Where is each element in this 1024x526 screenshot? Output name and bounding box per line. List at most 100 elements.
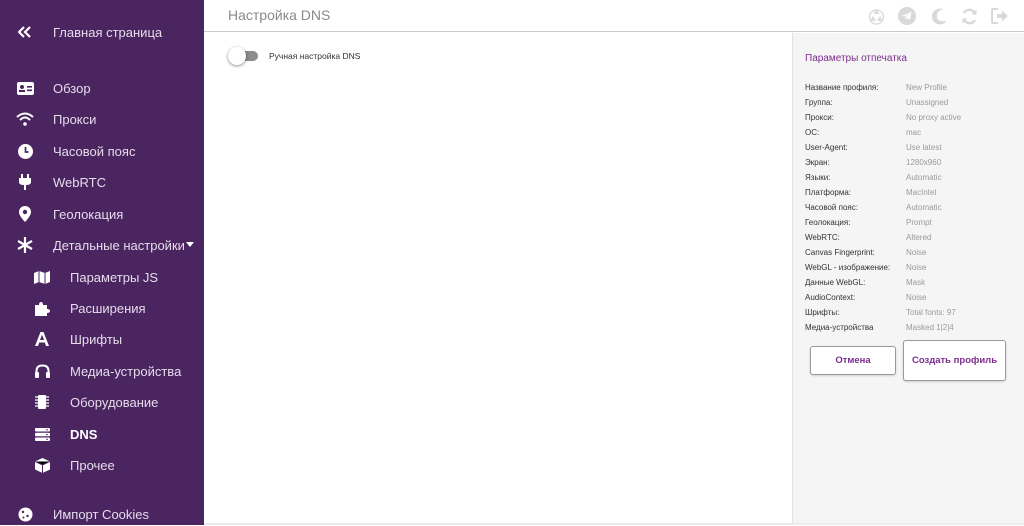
headphones-icon bbox=[33, 362, 51, 380]
param-value: Noise bbox=[906, 248, 927, 257]
sidebar-item-label: Импорт Cookies bbox=[53, 506, 150, 522]
main-content: Ручная настройка DNS bbox=[204, 33, 792, 525]
param-row: Данные WebGL: Mask bbox=[805, 278, 1015, 293]
param-row: Название профиля: New Profile bbox=[805, 83, 1015, 98]
param-key: Группа: bbox=[805, 98, 833, 107]
param-row: User-Agent: Use latest bbox=[805, 143, 1015, 158]
param-value: Prompt bbox=[906, 218, 932, 227]
param-value: Mask bbox=[906, 278, 926, 287]
param-value: Masked 1|2|4 bbox=[906, 323, 954, 332]
top-bar: Настройка DNS bbox=[204, 0, 1024, 32]
param-value: Noise bbox=[906, 263, 927, 272]
asterisk-icon bbox=[16, 236, 34, 254]
param-row: Часовой пояс: Automatic bbox=[805, 203, 1015, 218]
param-value: Automatic bbox=[906, 203, 942, 212]
sidebar-item-label: Расширения bbox=[70, 300, 146, 316]
sidebar-subitem-js[interactable]: Параметры JS bbox=[0, 265, 204, 289]
sidebar-subitem-fonts[interactable]: Шрифты bbox=[0, 327, 204, 351]
sidebar-item-timezone[interactable]: Часовой пояс bbox=[0, 139, 204, 163]
sidebar-item-webrtc[interactable]: WebRTC bbox=[0, 170, 204, 194]
toggle-knob bbox=[228, 47, 246, 65]
param-row: Экран: 1280x960 bbox=[805, 158, 1015, 173]
manual-dns-toggle[interactable] bbox=[228, 47, 260, 65]
sidebar-item-label: Часовой пояс bbox=[53, 143, 136, 159]
param-key: Данные WebGL: bbox=[805, 278, 866, 287]
sidebar-item-label: Медиа-устройства bbox=[70, 363, 182, 379]
chip-icon bbox=[33, 393, 51, 411]
sidebar-item-label: DNS bbox=[70, 426, 98, 442]
param-value: mac bbox=[906, 128, 922, 137]
param-key: Платформа: bbox=[805, 188, 852, 197]
param-row: Геолокация: Prompt bbox=[805, 218, 1015, 233]
param-value: Altered bbox=[906, 233, 932, 242]
sidebar: Главная страница Обзор Прокси Часовой по… bbox=[0, 0, 204, 525]
param-key: Canvas Fingerprint: bbox=[805, 248, 875, 257]
param-key: ОС: bbox=[805, 128, 820, 137]
param-value: 1280x960 bbox=[906, 158, 942, 167]
fingerprint-panel: Параметры отпечатка Название профиля: New… bbox=[792, 33, 1024, 525]
plug-icon bbox=[16, 173, 34, 191]
param-row: Платформа: MacIntel bbox=[805, 188, 1015, 203]
param-row: WebGL - изображение: Noise bbox=[805, 263, 1015, 278]
sidebar-item-label: Обзор bbox=[53, 80, 91, 96]
param-row: Медиа-устройства Masked 1|2|4 bbox=[805, 323, 1015, 338]
refresh-icon[interactable] bbox=[959, 6, 979, 26]
param-value: Automatic bbox=[906, 173, 942, 182]
param-value: Unassigned bbox=[906, 98, 949, 107]
param-key: User-Agent: bbox=[805, 143, 848, 152]
sidebar-item-label: Главная страница bbox=[53, 24, 163, 40]
sidebar-subitem-extensions[interactable]: Расширения bbox=[0, 296, 204, 320]
param-row: Прокси: No proxy active bbox=[805, 113, 1015, 128]
sidebar-item-label: Геолокация bbox=[53, 206, 124, 222]
panel-title: Параметры отпечатка bbox=[805, 53, 907, 64]
sidebar-item-label: Шрифты bbox=[70, 331, 123, 347]
sidebar-item-import-cookies[interactable]: Импорт Cookies bbox=[0, 502, 204, 526]
sidebar-item-home[interactable]: Главная страница bbox=[0, 20, 204, 44]
cancel-button[interactable]: Отмена bbox=[810, 346, 896, 375]
sidebar-item-proxy[interactable]: Прокси bbox=[0, 107, 204, 131]
puzzle-icon bbox=[33, 299, 51, 317]
param-key: Экран: bbox=[805, 158, 830, 167]
param-value: MacIntel bbox=[906, 188, 937, 197]
server-icon bbox=[33, 425, 51, 443]
param-row: Языки: Automatic bbox=[805, 173, 1015, 188]
param-row: WebRTC: Altered bbox=[805, 233, 1015, 248]
sidebar-subitem-dns[interactable]: DNS bbox=[0, 422, 204, 446]
logout-icon[interactable] bbox=[990, 6, 1010, 26]
recycle-icon[interactable] bbox=[866, 6, 886, 26]
page-title: Настройка DNS bbox=[228, 7, 331, 23]
param-row: AudioContext: Noise bbox=[805, 293, 1015, 308]
map-icon bbox=[33, 268, 51, 286]
param-value: Total fonts: 97 bbox=[906, 308, 956, 317]
sidebar-subitem-other[interactable]: Прочее bbox=[0, 453, 204, 477]
manual-dns-label: Ручная настройка DNS bbox=[269, 51, 361, 61]
create-profile-button[interactable]: Создать профиль bbox=[903, 340, 1006, 381]
sidebar-item-label: Прокси bbox=[53, 111, 97, 127]
moon-icon[interactable] bbox=[928, 6, 948, 26]
sidebar-item-advanced[interactable]: Детальные настройки bbox=[0, 233, 204, 257]
sidebar-item-geolocation[interactable]: Геолокация bbox=[0, 202, 204, 226]
sidebar-item-label: Детальные настройки bbox=[53, 237, 185, 253]
param-row: ОС: mac bbox=[805, 128, 1015, 143]
param-row: Группа: Unassigned bbox=[805, 98, 1015, 113]
param-value: Use latest bbox=[906, 143, 942, 152]
sidebar-item-overview[interactable]: Обзор bbox=[0, 76, 204, 100]
sidebar-item-label: WebRTC bbox=[53, 174, 106, 190]
sidebar-subitem-media[interactable]: Медиа-устройства bbox=[0, 359, 204, 383]
sidebar-subitem-hardware[interactable]: Оборудование bbox=[0, 390, 204, 414]
header-actions bbox=[866, 6, 1010, 26]
param-row: Canvas Fingerprint: Noise bbox=[805, 248, 1015, 263]
telegram-icon[interactable] bbox=[897, 6, 917, 26]
clock-icon bbox=[16, 142, 34, 160]
cookie-icon bbox=[16, 505, 34, 523]
font-icon bbox=[33, 330, 51, 348]
param-row: Шрифты: Total fonts: 97 bbox=[805, 308, 1015, 323]
param-value: No proxy active bbox=[906, 113, 962, 122]
cube-icon bbox=[33, 456, 51, 474]
param-key: WebGL - изображение: bbox=[805, 263, 891, 272]
param-key: Название профиля: bbox=[805, 83, 879, 92]
sidebar-item-label: Оборудование bbox=[70, 394, 159, 410]
param-value: New Profile bbox=[906, 83, 947, 92]
param-key: Языки: bbox=[805, 173, 831, 182]
wifi-icon bbox=[16, 110, 34, 128]
